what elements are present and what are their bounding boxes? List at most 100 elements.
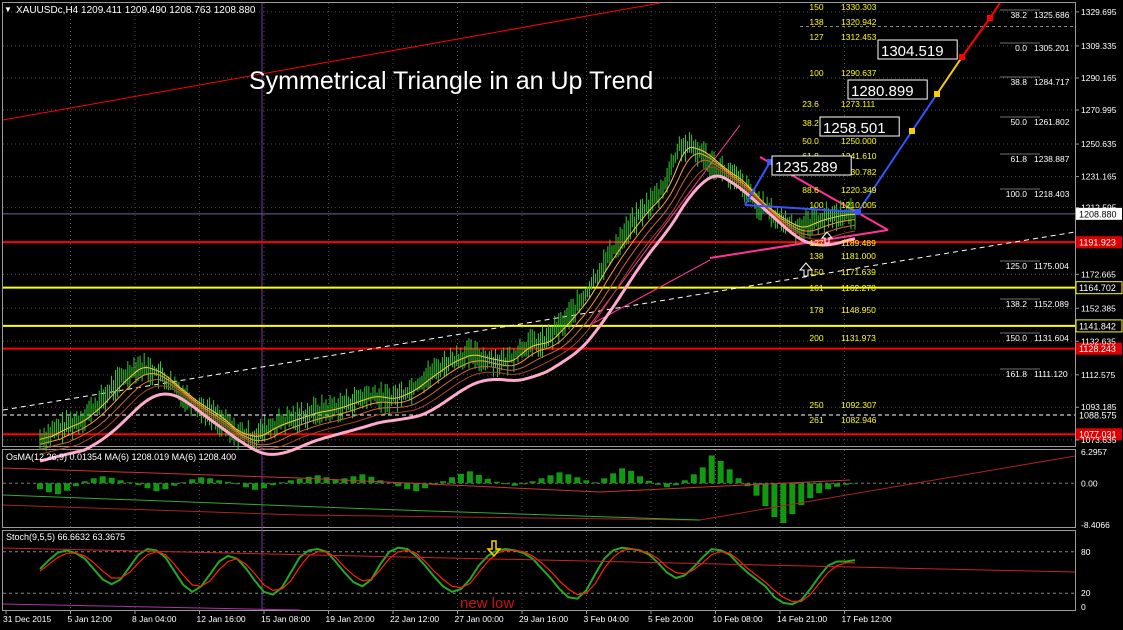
fib-pct-label: 138 xyxy=(809,251,823,261)
osma-bar xyxy=(565,474,572,484)
time-tick: 10 Feb 08:00 xyxy=(713,614,763,624)
fib-pct-label: 178 xyxy=(809,305,823,315)
fib-value-label: 1261.802 xyxy=(1034,117,1070,127)
osma-bar xyxy=(350,476,357,484)
osma-label: OsMA(12,26,9) 0.01354 MA(6) 1208.019 MA(… xyxy=(6,452,236,462)
fib-value-label: 1175.004 xyxy=(1034,261,1069,271)
osma-bar xyxy=(484,478,491,484)
time-tick: 15 Jan 08:00 xyxy=(261,614,310,624)
time-tick: 27 Jan 00:00 xyxy=(455,614,504,624)
osma-bar xyxy=(753,483,760,496)
osma-bar xyxy=(448,477,455,484)
osma-bar xyxy=(260,483,267,489)
fib-pct-label: 100 xyxy=(809,200,823,210)
osma-bar xyxy=(63,483,70,491)
osma-bar xyxy=(637,476,644,484)
stoch-label: Stoch(9,5,5) 66.6632 63.3675 xyxy=(6,532,125,542)
osma-bar xyxy=(619,468,626,484)
osma-bar xyxy=(108,477,115,484)
osma-bar xyxy=(699,467,706,484)
fib-value-label: 1290.637 xyxy=(841,68,877,78)
osma-bar xyxy=(180,482,187,484)
osma-bar xyxy=(198,477,205,484)
fib-value-label: 1325.686 xyxy=(1034,10,1070,20)
osma-bar xyxy=(654,483,661,485)
osma-bar xyxy=(144,483,151,489)
fib-pct-label: 100 xyxy=(809,68,823,78)
fib-pct-label: 38.8 xyxy=(1010,77,1027,87)
osma-bar xyxy=(251,483,258,490)
osma-bar xyxy=(556,472,563,484)
fib-value-label: 1152.089 xyxy=(1034,299,1069,309)
fib-value-label: 1210.005 xyxy=(841,200,877,210)
price-tag-label: 1164.702 xyxy=(1079,283,1116,293)
fib-pct-label: 250 xyxy=(809,400,823,410)
osma-bar xyxy=(359,474,366,484)
osma-bar xyxy=(37,483,43,490)
target-value: 1304.519 xyxy=(881,43,944,60)
target-value: 1235.289 xyxy=(775,159,838,176)
osma-bar xyxy=(717,460,724,484)
osma-bar xyxy=(520,483,527,485)
fib-pct-label: 150 xyxy=(809,267,823,277)
fib-value-label: 1131.973 xyxy=(841,333,876,343)
fib-pct-label: 125.0 xyxy=(1006,261,1028,271)
osma-bar xyxy=(628,470,635,484)
time-tick: 5 Jan 12:00 xyxy=(68,614,113,624)
osma-bar xyxy=(708,455,715,484)
time-tick: 12 Jan 16:00 xyxy=(197,614,246,624)
osma-bar xyxy=(762,483,769,507)
osma-tick: 6.2957 xyxy=(1081,447,1107,457)
osma-bar xyxy=(341,478,348,484)
fib-value-label: 1273.111 xyxy=(841,99,875,109)
fib-pct-label: 138 xyxy=(809,17,823,27)
trading-chart[interactable]: 1191.9231164.7021141.8421128.2431077.031… xyxy=(0,0,1123,630)
fib-pct-label: 150.0 xyxy=(1006,333,1028,343)
time-tick: 17 Feb 12:00 xyxy=(842,614,892,624)
osma-bar xyxy=(735,478,742,484)
fib-pct-label: 38.2 xyxy=(1010,10,1027,20)
osma-bar xyxy=(646,480,653,484)
price-tick: 1152.385 xyxy=(1081,303,1116,313)
price-tick: 1290.165 xyxy=(1081,73,1117,83)
fib-value-label: 1320.942 xyxy=(841,17,877,27)
time-tick: 22 Jan 12:00 xyxy=(390,614,439,624)
fib-pct-label: 200 xyxy=(809,333,823,343)
osma-bar xyxy=(368,476,375,484)
osma-bar xyxy=(771,483,778,518)
osma-tick: -8.4066 xyxy=(1081,520,1110,530)
osma-bar xyxy=(663,483,670,488)
target-value: 1258.501 xyxy=(823,120,886,137)
fib-pct-label: 161 xyxy=(809,283,823,293)
osma-bar xyxy=(99,476,106,484)
osma-bar xyxy=(72,483,79,487)
osma-bar xyxy=(789,483,796,515)
fib-pct-label: 150 xyxy=(809,2,823,12)
osma-bar xyxy=(54,483,61,495)
price-tick: 1073.635 xyxy=(1081,435,1117,445)
osma-bar xyxy=(601,478,608,484)
osma-bar xyxy=(440,481,447,484)
fib-value-label: 1218.403 xyxy=(1034,189,1070,199)
price-tick: 1250.635 xyxy=(1081,139,1117,149)
symbol-info: XAUUSDc,H4 1209.411 1209.490 1208.763 12… xyxy=(16,5,256,16)
projection-node xyxy=(909,128,915,134)
fib-value-label: 1312.453 xyxy=(841,32,877,42)
osma-bar xyxy=(583,480,590,484)
osma-bar xyxy=(216,480,223,484)
fib-value-label: 1082.946 xyxy=(841,415,877,425)
symbol-dropdown-icon[interactable]: ▼ xyxy=(4,5,12,14)
osma-bar xyxy=(493,481,500,484)
osma-bar xyxy=(816,483,823,494)
osma-bar xyxy=(825,483,832,490)
osma-bar xyxy=(189,479,196,484)
price-tick: 1309.335 xyxy=(1081,41,1117,51)
osma-bar xyxy=(242,483,249,488)
osma-bar xyxy=(592,482,599,484)
osma-bar xyxy=(574,477,581,484)
fib-value-label: 1250.000 xyxy=(841,136,877,146)
osma-bar xyxy=(234,483,241,485)
osma-bar xyxy=(511,483,518,486)
fib-value-label: 1220.349 xyxy=(841,185,877,195)
projection-node xyxy=(959,54,965,60)
